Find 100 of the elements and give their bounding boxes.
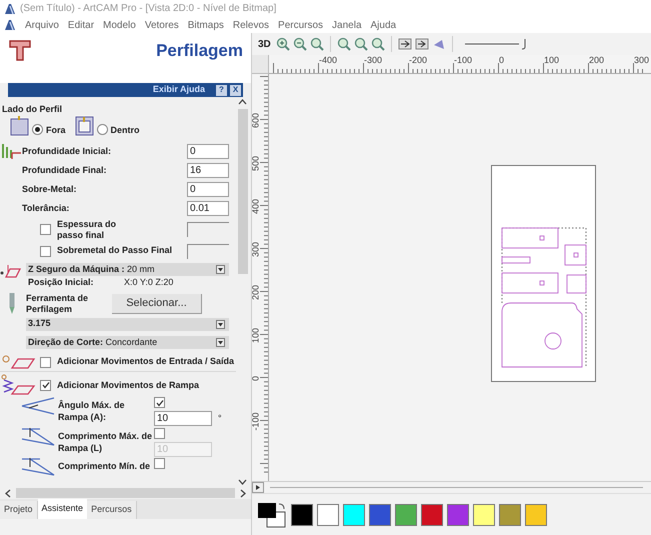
ruler-label: -100 — [454, 56, 472, 65]
checkbox[interactable] — [154, 458, 165, 469]
inside-profile-icon — [74, 116, 94, 136]
app-icon — [4, 2, 16, 14]
section-label: Lado do Perfil — [1, 103, 64, 115]
depth-icon — [0, 142, 22, 160]
menu-item[interactable]: Editar — [68, 18, 94, 32]
ruler-label: 300 — [252, 240, 260, 260]
check-icon — [42, 381, 50, 390]
input-field[interactable]: 10 — [154, 411, 212, 426]
input-field[interactable] — [187, 222, 229, 238]
color-swatch[interactable] — [473, 504, 495, 526]
scrollbar-thumb[interactable] — [238, 109, 248, 274]
current-colors-icon[interactable] — [257, 502, 287, 528]
menu-item[interactable]: Relevos — [232, 18, 270, 32]
arrow-right-icon[interactable] — [414, 37, 429, 51]
ruler-label: -400 — [319, 56, 338, 65]
panel-tab[interactable]: Percursos — [87, 501, 137, 519]
dropdown[interactable]: 3.175 — [26, 318, 229, 331]
input-field[interactable]: 0.01 — [187, 201, 229, 216]
scrollbar-thumb[interactable] — [16, 488, 235, 498]
tool-icon — [9, 293, 15, 314]
help-link[interactable]: Exibir Ajuda — [152, 83, 205, 97]
t-logo-icon — [8, 38, 32, 62]
color-swatch[interactable] — [343, 504, 365, 526]
menu-item[interactable]: Arquivo — [25, 18, 59, 32]
field-label: Comprimento Máx. de Rampa (L) — [58, 430, 154, 454]
input-field[interactable]: 16 — [187, 163, 229, 178]
color-swatch[interactable] — [395, 504, 417, 526]
input-field[interactable] — [187, 244, 229, 259]
panel-title: Perfilagem — [156, 40, 243, 62]
color-swatch[interactable] — [525, 504, 547, 526]
color-swatch[interactable] — [317, 504, 339, 526]
field-label: Comprimento Mín. de — [58, 460, 151, 472]
lead-move-icon — [0, 354, 36, 370]
panel-tab[interactable]: Assistente — [38, 499, 88, 519]
color-swatch[interactable] — [369, 504, 391, 526]
view-3d-button[interactable]: 3D — [258, 36, 271, 52]
menu-item[interactable]: Vetores — [144, 18, 179, 32]
field-label: Profundidade Inicial: — [22, 145, 112, 158]
zoom-out-icon[interactable] — [292, 37, 307, 51]
dropdown-value: Z Seguro da Máquina : 20 mm — [28, 262, 155, 276]
ruler-label: 100 — [544, 56, 560, 65]
option-label: Espessura do passo final — [57, 218, 118, 241]
dropdown-value: Direção de Corte: Concordante — [28, 336, 158, 349]
magnifier-icon[interactable] — [354, 37, 368, 51]
dropdown[interactable]: Z Seguro da Máquina : 20 mm — [26, 262, 229, 276]
checkbox[interactable] — [40, 356, 51, 368]
select-tool-button[interactable]: Selecionar... — [112, 294, 202, 314]
color-swatch[interactable] — [291, 504, 313, 526]
window-title: (Sem Título) - ArtCAM Pro - [Vista 2D:0 - Nível de Bitmap] — [20, 2, 276, 16]
checkbox[interactable] — [40, 246, 51, 257]
dropdown[interactable]: Direção de Corte: Concordante — [26, 336, 229, 349]
dropdown-value: 3.175 — [28, 317, 51, 330]
scroll-left-icon[interactable] — [4, 488, 12, 498]
panel-tab[interactable]: Projeto — [0, 501, 38, 519]
ruler-label: 500 — [252, 154, 260, 174]
input-field[interactable]: 0 — [187, 144, 229, 160]
field-value: X:0 Y:0 Z:20 — [124, 276, 174, 290]
magnifier-icon[interactable] — [310, 37, 324, 51]
input-field[interactable]: 0 — [187, 182, 229, 198]
menu-item[interactable]: Modelo — [103, 18, 136, 32]
dropdown-arrow-icon[interactable] — [216, 338, 225, 347]
magnifier-icon[interactable] — [370, 37, 385, 51]
ruler-label: 0 — [499, 56, 504, 65]
color-swatch[interactable] — [421, 504, 443, 526]
radio-label: Dentro — [110, 124, 140, 136]
scroll-down-icon[interactable] — [238, 477, 247, 487]
field-label: Tolerância: — [22, 202, 70, 216]
scroll-up-icon[interactable] — [238, 97, 247, 107]
menu-item[interactable]: Percursos — [278, 18, 324, 32]
option-label: Adicionar Movimentos de Rampa — [57, 378, 200, 392]
ruler-label: 400 — [252, 198, 260, 216]
ruler-label: -100 — [252, 412, 260, 433]
color-swatch[interactable] — [499, 504, 521, 526]
checkbox[interactable] — [154, 397, 165, 408]
menu-item[interactable]: Janela — [332, 18, 362, 32]
checkbox[interactable] — [40, 380, 51, 391]
dropdown-arrow-icon[interactable] — [216, 264, 225, 274]
checkbox[interactable] — [40, 224, 51, 236]
app-icon[interactable] — [4, 19, 16, 31]
play-icon[interactable] — [252, 482, 264, 493]
menu-item[interactable]: Bitmaps — [188, 18, 224, 32]
ruler-label: -200 — [409, 56, 428, 65]
magnifier-icon[interactable] — [336, 37, 351, 51]
unit-label: ° — [218, 412, 222, 426]
scroll-right-icon[interactable] — [239, 488, 247, 498]
radio-button[interactable] — [96, 124, 108, 136]
field-label: Ferramenta de Perfilagem — [26, 292, 90, 315]
zoom-in-icon[interactable] — [276, 37, 290, 51]
field-label: Sobre-Metal: — [22, 183, 77, 196]
help-bar-button[interactable]: ? — [216, 84, 227, 96]
dropdown-arrow-icon[interactable] — [216, 320, 225, 329]
color-swatch[interactable] — [447, 504, 469, 526]
menu-item[interactable]: Ajuda — [370, 18, 396, 32]
radio-button[interactable] — [32, 124, 43, 136]
help-bar-button[interactable]: X — [230, 84, 241, 96]
arrow-right-icon[interactable] — [398, 37, 412, 51]
field-label: Profundidade Final: — [22, 164, 106, 178]
option-label: Sobremetal do Passo Final — [57, 244, 172, 258]
